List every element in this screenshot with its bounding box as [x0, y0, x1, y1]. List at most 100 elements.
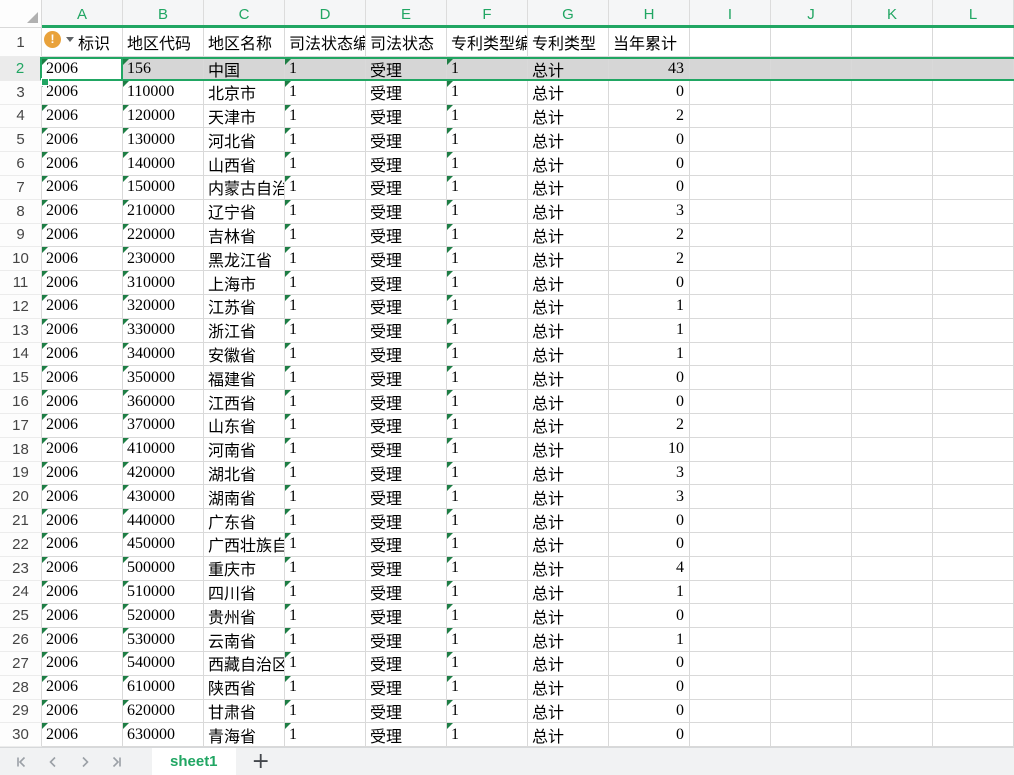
cell-A19[interactable]: 2006 [42, 461, 123, 486]
cell-H22[interactable]: 0 [609, 532, 690, 557]
cell-K16[interactable] [852, 390, 933, 414]
cell-K30[interactable] [852, 723, 933, 747]
cell-G24[interactable]: 总计 [528, 580, 609, 605]
cell-B12[interactable]: 320000 [123, 294, 204, 319]
cell-F23[interactable]: 1 [447, 556, 528, 581]
cell-B5[interactable]: 130000 [123, 128, 204, 153]
cell-B6[interactable]: 140000 [123, 152, 204, 176]
cell-J15[interactable] [771, 366, 852, 391]
cell-D5[interactable]: 1 [285, 128, 366, 153]
cell-D19[interactable]: 1 [285, 461, 366, 486]
cell-I13[interactable] [690, 318, 771, 343]
cell-H7[interactable]: 0 [609, 175, 690, 200]
cell-B30[interactable]: 630000 [123, 723, 204, 747]
cell-K28[interactable] [852, 675, 933, 700]
row-header-9[interactable]: 9 [0, 223, 42, 248]
cell-I14[interactable] [690, 342, 771, 367]
cell-A8[interactable]: 2006 [42, 199, 123, 224]
cell-B11[interactable]: 310000 [123, 271, 204, 295]
cell-A14[interactable]: 2006 [42, 342, 123, 367]
cell-C9[interactable]: 吉林省 [204, 223, 285, 248]
cell-G10[interactable]: 总计 [528, 247, 609, 272]
cell-G28[interactable]: 总计 [528, 675, 609, 700]
cell-E12[interactable]: 受理 [366, 294, 447, 319]
column-header-A[interactable]: A [42, 0, 123, 28]
column-header-G[interactable]: G [528, 0, 609, 28]
cell-L17[interactable] [933, 413, 1014, 438]
cell-J30[interactable] [771, 723, 852, 747]
cell-K9[interactable] [852, 223, 933, 248]
cell-B8[interactable]: 210000 [123, 199, 204, 224]
row-header-27[interactable]: 27 [0, 651, 42, 676]
cell-A10[interactable]: 2006 [42, 247, 123, 272]
cell-D10[interactable]: 1 [285, 247, 366, 272]
row-header-14[interactable]: 14 [0, 342, 42, 367]
cell-C8[interactable]: 辽宁省 [204, 199, 285, 224]
cell-K18[interactable] [852, 437, 933, 462]
cell-K10[interactable] [852, 247, 933, 272]
cell-F29[interactable]: 1 [447, 699, 528, 724]
cell-L12[interactable] [933, 294, 1014, 319]
cell-G16[interactable]: 总计 [528, 390, 609, 414]
cell-F10[interactable]: 1 [447, 247, 528, 272]
cell-L15[interactable] [933, 366, 1014, 391]
cell-I10[interactable] [690, 247, 771, 272]
cell-E15[interactable]: 受理 [366, 366, 447, 391]
cell-D8[interactable]: 1 [285, 199, 366, 224]
cell-E1[interactable]: 司法状态 [366, 28, 447, 57]
cell-G7[interactable]: 总计 [528, 175, 609, 200]
cell-A7[interactable]: 2006 [42, 175, 123, 200]
cell-A4[interactable]: 2006 [42, 104, 123, 129]
cell-I1[interactable] [690, 28, 771, 57]
cell-K8[interactable] [852, 199, 933, 224]
cell-E2[interactable]: 受理 [366, 59, 447, 79]
cell-E22[interactable]: 受理 [366, 532, 447, 557]
cell-B24[interactable]: 510000 [123, 580, 204, 605]
cell-J26[interactable] [771, 628, 852, 652]
cell-C1[interactable]: 地区名称 [204, 28, 285, 57]
cell-A3[interactable]: 2006 [42, 80, 123, 105]
column-header-H[interactable]: H [609, 0, 690, 28]
cell-F1[interactable]: 专利类型编码 [447, 28, 528, 57]
row-header-4[interactable]: 4 [0, 104, 42, 129]
cell-C15[interactable]: 福建省 [204, 366, 285, 391]
cell-C27[interactable]: 西藏自治区 [204, 651, 285, 676]
row-header-25[interactable]: 25 [0, 604, 42, 629]
cell-J18[interactable] [771, 437, 852, 462]
cell-F17[interactable]: 1 [447, 413, 528, 438]
cell-B14[interactable]: 340000 [123, 342, 204, 367]
row-header-10[interactable]: 10 [0, 247, 42, 272]
cell-B10[interactable]: 230000 [123, 247, 204, 272]
cell-F15[interactable]: 1 [447, 366, 528, 391]
cell-D13[interactable]: 1 [285, 318, 366, 343]
cell-J3[interactable] [771, 80, 852, 105]
cell-K7[interactable] [852, 175, 933, 200]
cell-I16[interactable] [690, 390, 771, 414]
cell-I21[interactable] [690, 509, 771, 533]
cell-E7[interactable]: 受理 [366, 175, 447, 200]
cell-L20[interactable] [933, 485, 1014, 510]
cell-J6[interactable] [771, 152, 852, 176]
cell-E27[interactable]: 受理 [366, 651, 447, 676]
cell-H11[interactable]: 0 [609, 271, 690, 295]
cell-G4[interactable]: 总计 [528, 104, 609, 129]
cell-A2[interactable]: 2006 [42, 59, 123, 79]
cell-J24[interactable] [771, 580, 852, 605]
cell-I8[interactable] [690, 199, 771, 224]
cell-I6[interactable] [690, 152, 771, 176]
cell-D17[interactable]: 1 [285, 413, 366, 438]
cell-I9[interactable] [690, 223, 771, 248]
cell-H29[interactable]: 0 [609, 699, 690, 724]
cell-I22[interactable] [690, 532, 771, 557]
cell-C4[interactable]: 天津市 [204, 104, 285, 129]
fill-handle[interactable] [41, 78, 49, 86]
cell-E18[interactable]: 受理 [366, 437, 447, 462]
cell-G2[interactable]: 总计 [528, 59, 609, 79]
cell-L24[interactable] [933, 580, 1014, 605]
cell-D11[interactable]: 1 [285, 271, 366, 295]
cell-B27[interactable]: 540000 [123, 651, 204, 676]
cell-F28[interactable]: 1 [447, 675, 528, 700]
cell-J9[interactable] [771, 223, 852, 248]
cell-F26[interactable]: 1 [447, 628, 528, 652]
cell-J12[interactable] [771, 294, 852, 319]
